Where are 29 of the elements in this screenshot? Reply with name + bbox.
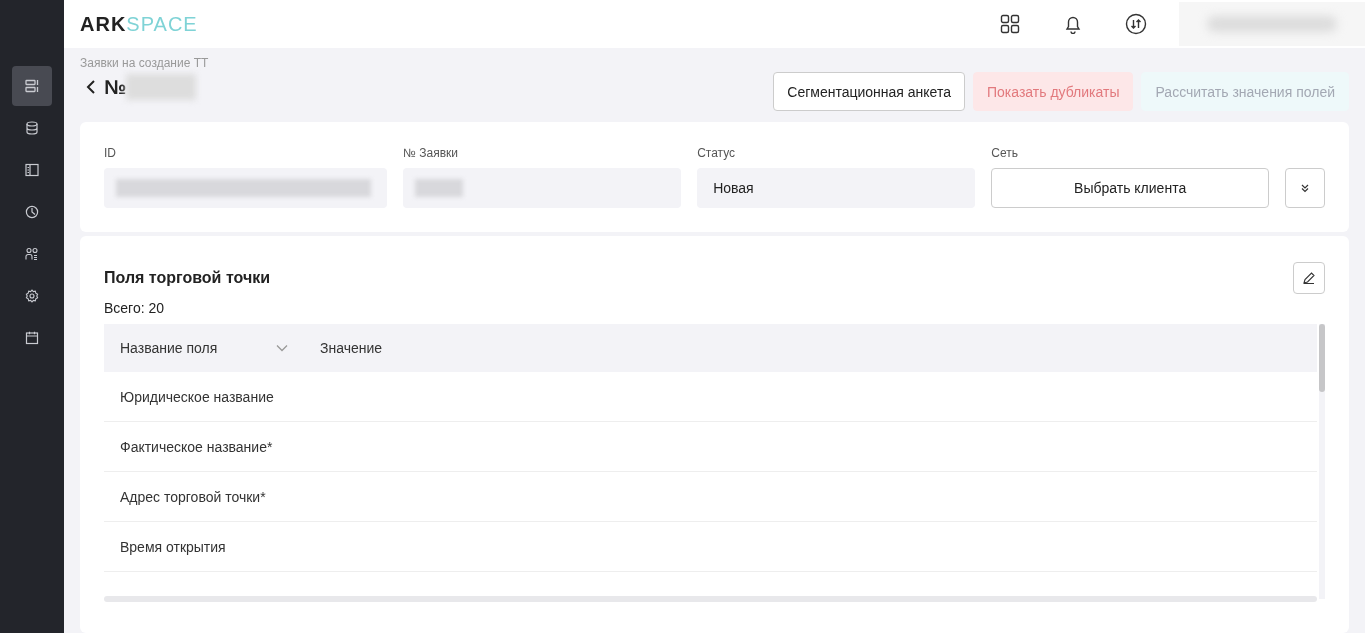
users-icon bbox=[25, 247, 39, 261]
field-label: Сеть bbox=[991, 146, 1019, 160]
column-header[interactable]: Название поля bbox=[104, 340, 304, 356]
total-count: Всего: 20 bbox=[104, 300, 166, 316]
field-label: ID bbox=[104, 146, 117, 160]
edit-button[interactable] bbox=[1293, 262, 1325, 294]
page-title: № bbox=[104, 75, 127, 99]
database-icon bbox=[25, 121, 39, 135]
double-chevron-icon bbox=[1300, 183, 1310, 193]
table-cell: Юридическое название bbox=[120, 388, 274, 405]
settings-icon bbox=[25, 289, 39, 303]
list-icon bbox=[25, 79, 39, 93]
field-label: № Заявки bbox=[403, 146, 459, 160]
table-cell: Время открытия bbox=[120, 538, 226, 555]
sidebar-item[interactable] bbox=[12, 66, 52, 106]
column-header[interactable]: Значение bbox=[304, 340, 399, 356]
choose-client-button[interactable]: Выбрать клиента bbox=[991, 168, 1269, 208]
logo: ARKSPACE bbox=[80, 12, 198, 36]
layout-icon bbox=[25, 163, 39, 177]
calendar-icon bbox=[25, 331, 39, 345]
table-cell: Адрес торговой точки* bbox=[120, 488, 266, 505]
chevron-down-icon bbox=[276, 344, 288, 352]
section-title: Поля торговой точки bbox=[104, 269, 271, 287]
table-cell: Фактическое название* bbox=[120, 438, 273, 455]
action-button[interactable]: Сегментационная анкета bbox=[773, 72, 965, 111]
field-label: Статус bbox=[697, 146, 737, 160]
status-field: Новая bbox=[697, 168, 976, 208]
scrollbar[interactable] bbox=[1319, 324, 1325, 599]
pencil-icon bbox=[1302, 271, 1316, 285]
